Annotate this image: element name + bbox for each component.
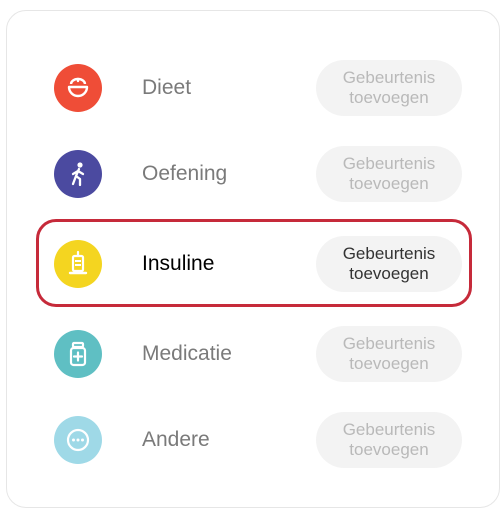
event-label: Dieet	[142, 76, 192, 99]
event-label: Andere	[142, 428, 210, 451]
pill-bottle-icon	[54, 330, 102, 378]
add-event-button[interactable]: Gebeurtenis toevoegen	[316, 146, 462, 202]
more-dots-icon	[54, 416, 102, 464]
add-event-button[interactable]: Gebeurtenis toevoegen	[316, 60, 462, 116]
event-row-insulin: Insuline Gebeurtenis toevoegen	[0, 222, 504, 306]
event-label: Insuline	[142, 252, 215, 275]
walking-person-icon	[54, 150, 102, 198]
event-label: Medicatie	[142, 342, 232, 365]
event-row-exercise: Oefening Gebeurtenis toevoegen	[0, 132, 504, 216]
event-row-other: Andere Gebeurtenis toevoegen	[0, 398, 504, 482]
add-event-button[interactable]: Gebeurtenis toevoegen	[316, 326, 462, 382]
event-row-diet: Dieet Gebeurtenis toevoegen	[0, 46, 504, 130]
bowl-icon	[54, 64, 102, 112]
syringe-icon	[54, 240, 102, 288]
event-label: Oefening	[142, 162, 228, 185]
event-row-medication: Medicatie Gebeurtenis toevoegen	[0, 312, 504, 396]
add-event-button[interactable]: Gebeurtenis toevoegen	[316, 412, 462, 468]
add-event-button[interactable]: Gebeurtenis toevoegen	[316, 236, 462, 292]
